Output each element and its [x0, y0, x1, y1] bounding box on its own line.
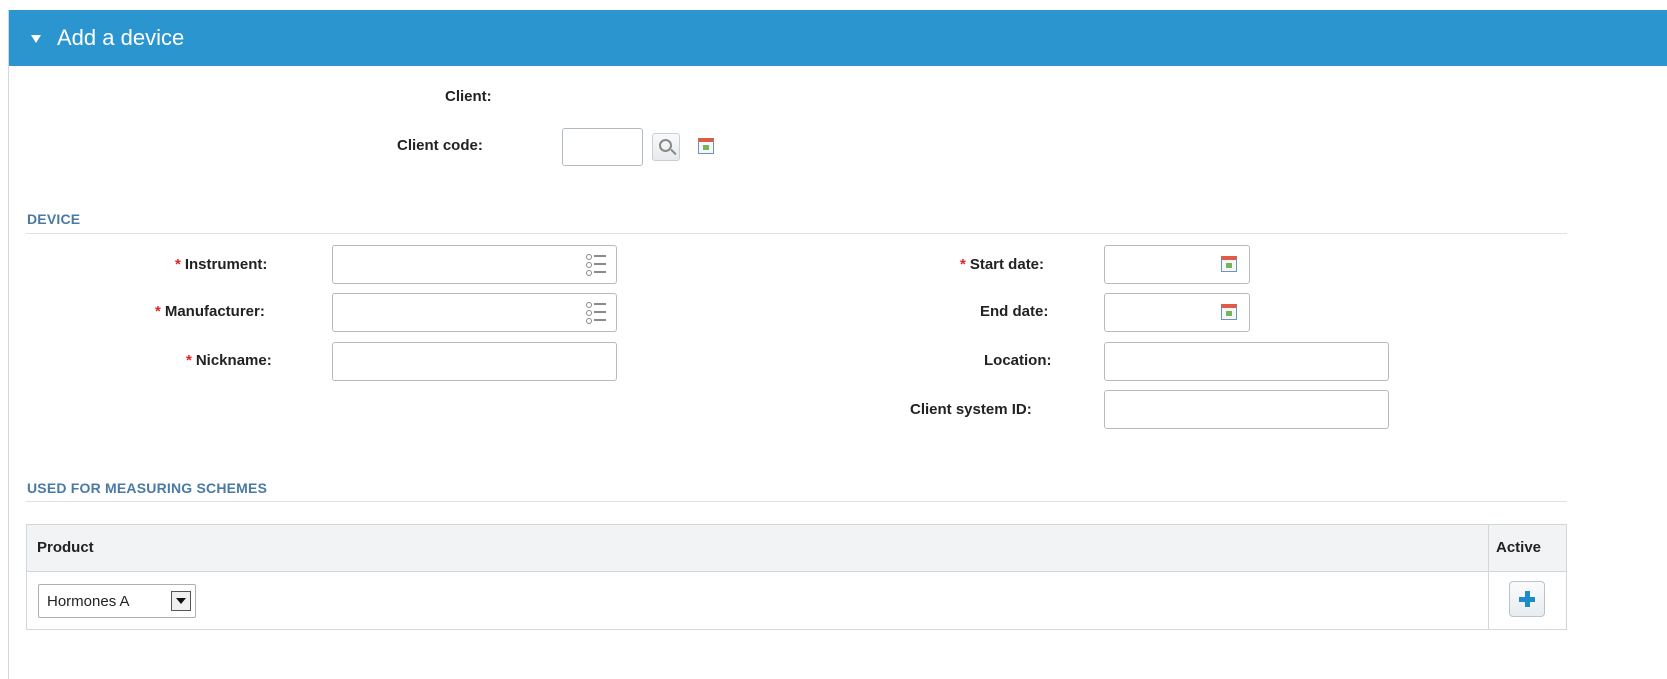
- list-icon[interactable]: [586, 252, 606, 278]
- schemes-section-title: USED FOR MEASURING SCHEMES: [27, 480, 268, 496]
- location-input[interactable]: [1104, 342, 1389, 381]
- calendar-icon[interactable]: [1221, 256, 1237, 272]
- dropdown-arrow-icon[interactable]: [171, 591, 191, 611]
- device-section-title: DEVICE: [27, 211, 81, 227]
- instrument-field[interactable]: [332, 245, 617, 284]
- calendar-icon[interactable]: [1221, 304, 1237, 320]
- table-header: Product Active: [27, 525, 1566, 572]
- client-system-id-input[interactable]: [1104, 390, 1389, 429]
- panel-title: Add a device: [57, 25, 185, 50]
- manufacturer-label: * Manufacturer:: [155, 303, 265, 320]
- panel-header[interactable]: Add a device: [9, 10, 1667, 66]
- location-label: Location:: [984, 352, 1052, 369]
- triangle-down-icon[interactable]: [31, 35, 41, 43]
- nickname-label: * Nickname:: [186, 352, 272, 369]
- nickname-input[interactable]: [332, 342, 617, 381]
- product-select-value: Hormones A: [47, 593, 130, 610]
- required-marker: *: [155, 303, 161, 320]
- required-marker: *: [175, 256, 181, 273]
- manufacturer-field[interactable]: [332, 293, 617, 332]
- start-date-label: * Start date:: [960, 256, 1045, 273]
- required-marker: *: [960, 256, 966, 273]
- schemes-table: Product Active Hormones A: [26, 524, 1567, 630]
- client-code-input[interactable]: [562, 128, 643, 166]
- plus-icon: [1519, 591, 1535, 607]
- client-system-id-label: Client system ID:: [910, 401, 1032, 418]
- add-button[interactable]: [1509, 581, 1545, 617]
- list-icon[interactable]: [586, 300, 606, 326]
- search-button[interactable]: [652, 133, 680, 161]
- column-header-active[interactable]: Active: [1496, 539, 1541, 556]
- column-header-product[interactable]: Product: [37, 539, 94, 556]
- client-label: Client:: [445, 88, 492, 105]
- required-marker: *: [186, 352, 192, 369]
- device-section-divider: [26, 233, 1567, 234]
- end-date-label: End date:: [980, 303, 1049, 320]
- instrument-label: * Instrument:: [175, 256, 268, 273]
- client-code-label: Client code:: [397, 137, 483, 154]
- calendar-icon[interactable]: [698, 138, 714, 154]
- column-divider: [1488, 525, 1489, 629]
- schemes-section-divider: [26, 501, 1567, 502]
- product-select[interactable]: Hormones A: [38, 584, 196, 618]
